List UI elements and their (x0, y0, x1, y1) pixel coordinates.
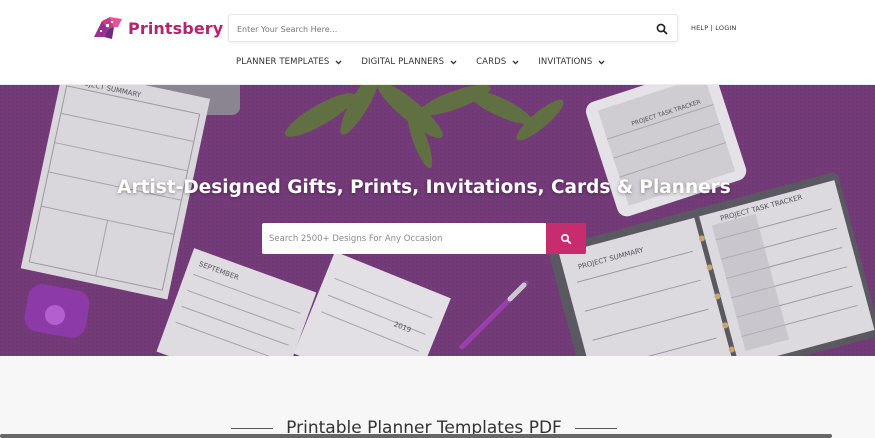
main-nav: PLANNER TEMPLATES DIGITAL PLANNERS CARDS… (236, 57, 624, 67)
nav-item-digital-planners[interactable]: DIGITAL PLANNERS (361, 57, 457, 67)
chevron-down-icon (512, 60, 519, 65)
nav-item-cards[interactable]: CARDS (476, 57, 519, 67)
hero-title: Artist-Designed Gifts, Prints, Invitatio… (117, 177, 731, 198)
separator: | (710, 24, 714, 32)
nav-item-invitations[interactable]: INVITATIONS (538, 57, 605, 67)
heading-rule-left (231, 427, 274, 429)
chevron-down-icon (598, 60, 605, 65)
chevron-down-icon (450, 60, 457, 65)
horizontal-scrollbar[interactable] (0, 434, 832, 438)
search-icon (560, 233, 572, 244)
header-search-input[interactable] (237, 21, 637, 37)
brand-name: Printsbery (128, 18, 224, 38)
hero-banner: PROJECT SUMMARY PROJECT TASK TRACKER PRO… (0, 85, 875, 356)
hero-search-button[interactable] (546, 223, 586, 254)
hero-search (262, 223, 586, 254)
search-icon[interactable] (655, 22, 669, 36)
nav-item-label: PLANNER TEMPLATES (236, 57, 330, 67)
hero-search-input[interactable] (262, 223, 546, 254)
header-search (228, 14, 678, 42)
logo[interactable]: Printsbery (92, 14, 223, 42)
nav-item-planner-templates[interactable]: PLANNER TEMPLATES (236, 57, 342, 67)
printsbery-logo-mark-icon (94, 17, 122, 39)
site-header: Printsbery HELP | LOGIN PLANNER TEMPLATE… (0, 0, 875, 85)
hero-background-image: PROJECT SUMMARY PROJECT TASK TRACKER PRO… (0, 85, 875, 356)
chevron-down-icon (335, 60, 342, 65)
help-link[interactable]: HELP (691, 24, 708, 32)
nav-item-label: CARDS (476, 57, 507, 67)
heading-rule-right (574, 427, 617, 429)
login-link[interactable]: LOGIN (715, 24, 736, 32)
nav-item-label: DIGITAL PLANNERS (361, 57, 445, 67)
help-login: HELP | LOGIN (691, 24, 737, 32)
nav-item-label: INVITATIONS (538, 57, 593, 67)
